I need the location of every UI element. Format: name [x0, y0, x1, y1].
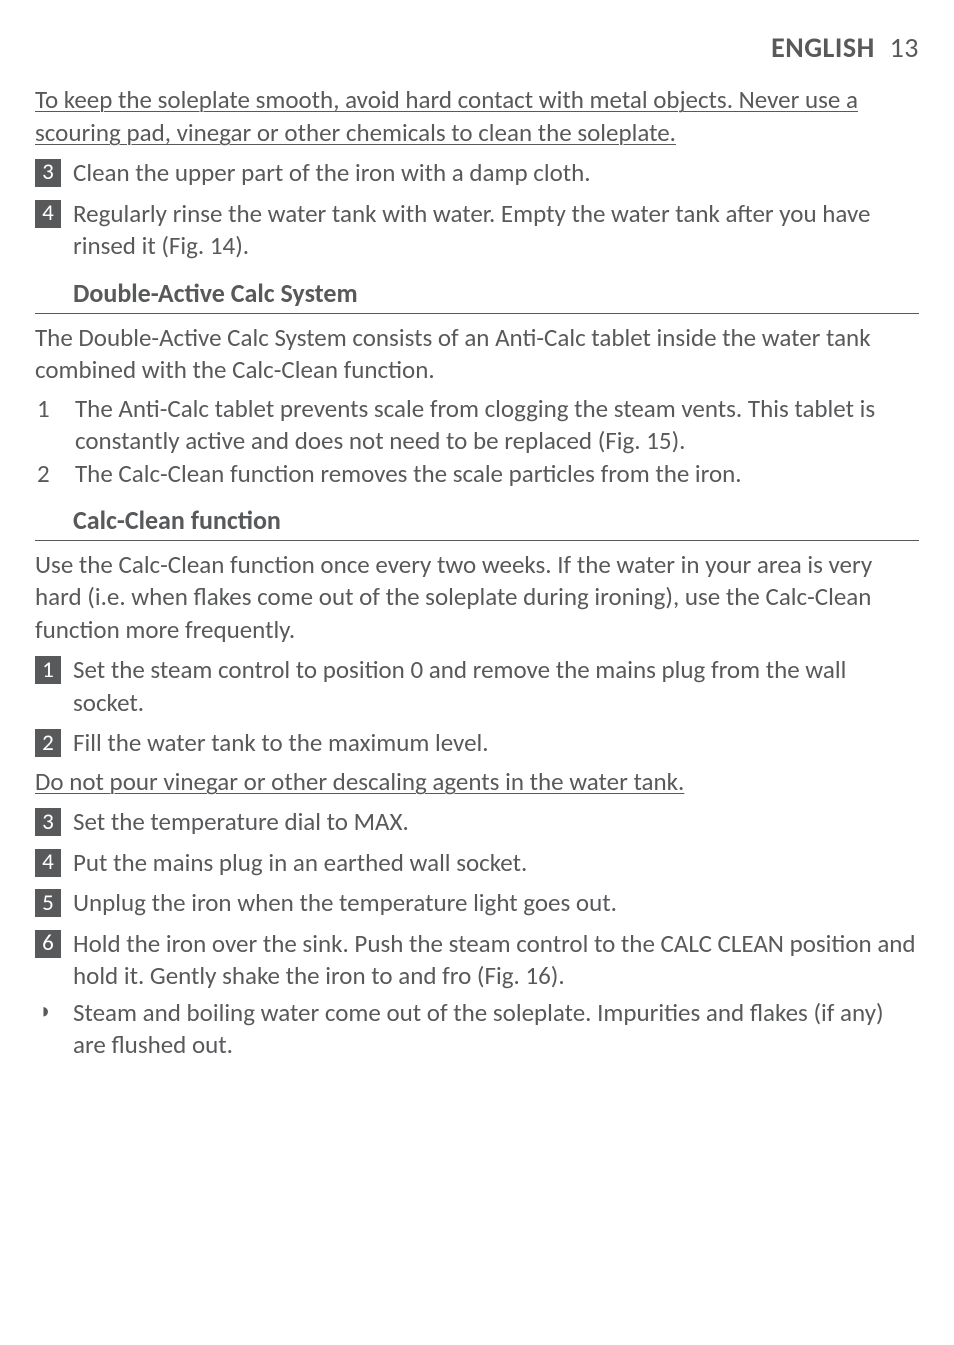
step-number-badge: 4	[35, 200, 61, 228]
cc-intro: Use the Calc-Clean function once every t…	[35, 549, 919, 647]
result-item: ◗ Steam and boiling water come out of th…	[35, 997, 919, 1062]
step-text: Clean the upper part of the iron with a …	[73, 157, 919, 190]
step-item: 6 Hold the iron over the sink. Push the …	[35, 928, 919, 993]
step-item: 1 Set the steam control to position 0 an…	[35, 654, 919, 719]
result-text: Steam and boiling water come out of the …	[73, 997, 919, 1062]
step-item: 2 Fill the water tank to the maximum lev…	[35, 727, 919, 760]
step-text: Regularly rinse the water tank with wate…	[73, 198, 919, 263]
step-number-badge: 3	[35, 159, 61, 187]
step-text: Set the temperature dial to MAX.	[73, 806, 919, 839]
step-item: 3 Set the temperature dial to MAX.	[35, 806, 919, 839]
step-text: Fill the water tank to the maximum level…	[73, 727, 919, 760]
step-text: Hold the iron over the sink. Push the st…	[73, 928, 919, 993]
result-marker-icon: ◗	[35, 997, 73, 1062]
item-text: The Calc-Clean function removes the scal…	[75, 458, 919, 491]
step-item: 3 Clean the upper part of the iron with …	[35, 157, 919, 190]
item-number: 2	[37, 458, 75, 491]
warning-soleplate: To keep the soleplate smooth, avoid hard…	[35, 84, 919, 149]
numbered-item: 2 The Calc-Clean function removes the sc…	[37, 458, 919, 491]
step-item: 4 Regularly rinse the water tank with wa…	[35, 198, 919, 263]
step-number-badge: 2	[35, 729, 61, 757]
step-number-badge: 6	[35, 930, 61, 958]
section-heading-dacs: Double-Active Calc System	[35, 277, 919, 314]
dacs-intro: The Double-Active Calc System consists o…	[35, 322, 919, 387]
step-item: 4 Put the mains plug in an earthed wall …	[35, 847, 919, 880]
section-heading-cc: Calc-Clean function	[35, 504, 919, 541]
step-text: Put the mains plug in an earthed wall so…	[73, 847, 919, 880]
step-number-badge: 5	[35, 889, 61, 917]
numbered-item: 1 The Anti-Calc tablet prevents scale fr…	[37, 393, 919, 458]
page-header: ENGLISH 13	[35, 30, 919, 66]
item-text: The Anti-Calc tablet prevents scale from…	[75, 393, 919, 458]
step-text: Set the steam control to position 0 and …	[73, 654, 919, 719]
step-text: Unplug the iron when the temperature lig…	[73, 887, 919, 920]
step-number-badge: 4	[35, 849, 61, 877]
step-item: 5 Unplug the iron when the temperature l…	[35, 887, 919, 920]
item-number: 1	[37, 393, 75, 458]
warning-vinegar: Do not pour vinegar or other descaling a…	[35, 766, 919, 799]
language-label: ENGLISH	[771, 30, 875, 65]
step-number-badge: 1	[35, 656, 61, 684]
page-number: 13	[890, 30, 919, 65]
step-number-badge: 3	[35, 808, 61, 836]
